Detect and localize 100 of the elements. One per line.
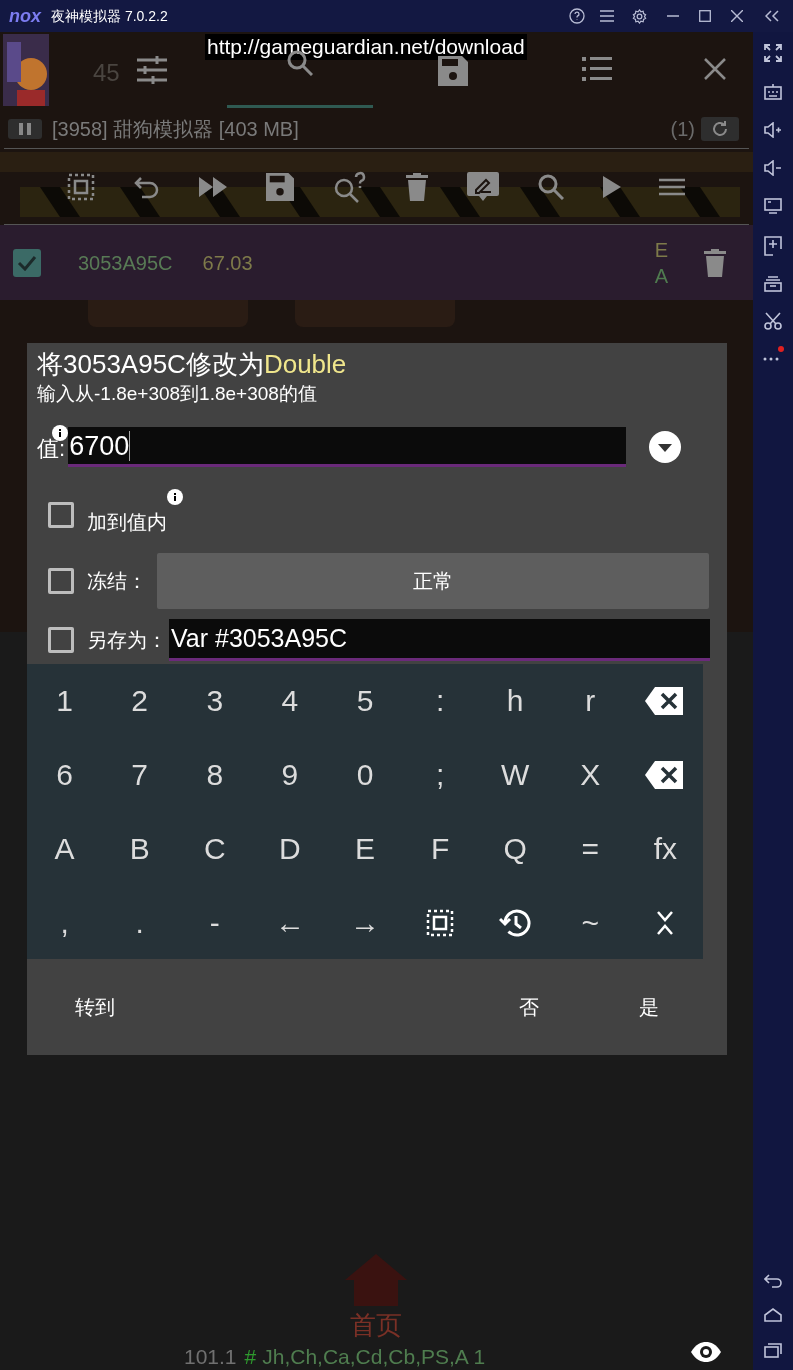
- url-banner: http://gameguardian.net/download: [205, 34, 527, 60]
- dropdown-icon[interactable]: [649, 431, 682, 463]
- freeze-mode-button[interactable]: 正常: [157, 553, 709, 609]
- keyboard-key[interactable]: 4: [252, 664, 328, 738]
- scissors-icon[interactable]: [764, 312, 782, 330]
- flag-text: E: [654, 237, 668, 263]
- keyboard-key[interactable]: 5: [327, 664, 403, 738]
- volume-down-icon[interactable]: [764, 160, 782, 176]
- settings-icon[interactable]: [632, 8, 647, 24]
- dialog-hint: 输入从-1.8e+308到1.8e+308的值: [36, 382, 318, 406]
- fullscreen-icon[interactable]: [764, 44, 782, 62]
- goto-button[interactable]: 转到: [55, 982, 135, 1033]
- search-question-icon[interactable]: [333, 170, 367, 203]
- chevrons-icon[interactable]: [656, 909, 675, 936]
- help-icon[interactable]: [569, 8, 585, 24]
- backspace-icon[interactable]: [645, 760, 686, 789]
- keyboard-key[interactable]: 2: [102, 664, 178, 738]
- keyboard-key[interactable]: =: [552, 811, 628, 886]
- refresh-icon: [711, 120, 729, 138]
- keyboard-key[interactable]: 0: [327, 737, 403, 812]
- keyboard-key[interactable]: 9: [252, 737, 328, 812]
- comment-edit-icon[interactable]: [466, 171, 499, 202]
- stack-icon[interactable]: [764, 276, 782, 292]
- more-icon[interactable]: [762, 346, 784, 362]
- flag-text: A: [654, 263, 668, 289]
- dialog-title: 将3053A95C修改为: [37, 348, 264, 381]
- pause-button[interactable]: [8, 119, 42, 139]
- sliders-icon[interactable]: [137, 56, 167, 84]
- keyboard-key[interactable]: F: [402, 811, 478, 886]
- no-button[interactable]: 否: [499, 982, 559, 1033]
- recent-apps-icon[interactable]: [764, 1342, 782, 1358]
- option-label: 加到值内: [87, 510, 167, 535]
- yes-button[interactable]: 是: [619, 982, 679, 1033]
- select-icon[interactable]: [67, 172, 96, 201]
- keyboard-key[interactable]: Q: [477, 811, 553, 886]
- close-icon[interactable]: [731, 10, 743, 22]
- keyboard-key[interactable]: ~: [552, 885, 628, 960]
- option-label: 另存为：: [87, 628, 167, 653]
- keyboard-key[interactable]: ;: [402, 737, 478, 812]
- keyboard-key[interactable]: B: [102, 811, 178, 886]
- logo: nox: [9, 7, 41, 25]
- refresh-button[interactable]: [701, 117, 739, 141]
- process-label: [3958] 甜狗模拟器 [403 MB]: [52, 117, 299, 142]
- keyboard-key[interactable]: 3: [177, 664, 253, 738]
- checkbox[interactable]: [48, 627, 74, 653]
- save-icon[interactable]: [266, 172, 295, 201]
- keyboard-key[interactable]: fx: [627, 811, 703, 886]
- checkbox[interactable]: [13, 248, 41, 277]
- keyboard-key[interactable]: h: [477, 664, 553, 738]
- keyboard-key[interactable]: ,: [27, 885, 103, 960]
- close-icon[interactable]: [704, 58, 726, 80]
- name-field[interactable]: Var #3053A95C: [169, 619, 710, 661]
- collapse-icon[interactable]: [765, 10, 779, 22]
- value-text: 67.03: [202, 250, 253, 276]
- keyboard-key[interactable]: 8: [177, 737, 253, 812]
- home-icon[interactable]: [764, 1308, 782, 1322]
- keyboard-key[interactable]: :: [402, 664, 478, 738]
- keyboard-key[interactable]: 7: [102, 737, 178, 812]
- history-icon[interactable]: [499, 907, 532, 938]
- version-text: 101.1: [184, 1344, 237, 1370]
- fast-forward-icon[interactable]: [199, 176, 228, 197]
- checkbox[interactable]: [48, 568, 74, 594]
- keyboard-key[interactable]: D: [252, 811, 328, 886]
- keyboard-key[interactable]: W: [477, 737, 553, 812]
- menu-icon[interactable]: [659, 177, 686, 196]
- eye-icon[interactable]: [691, 1342, 721, 1362]
- apk-icon[interactable]: [764, 236, 782, 256]
- info-icon[interactable]: [167, 489, 183, 505]
- keyboard-key[interactable]: A: [27, 811, 103, 886]
- keyboard-key[interactable]: C: [177, 811, 253, 886]
- trash-icon[interactable]: [704, 248, 726, 277]
- keyboard-key[interactable]: .: [102, 885, 178, 960]
- backspace-icon[interactable]: [645, 686, 686, 715]
- maximize-icon[interactable]: [699, 10, 711, 22]
- app-icon: [3, 34, 49, 106]
- result-row[interactable]: 3053A95C 67.03 E A: [0, 225, 753, 300]
- keyboard-key[interactable]: r: [552, 664, 628, 738]
- screen-icon[interactable]: [764, 198, 782, 214]
- keyboard-key[interactable]: X: [552, 737, 628, 812]
- count-text: (1): [670, 117, 695, 142]
- keyboard-icon[interactable]: [764, 84, 782, 100]
- menu-icon[interactable]: [600, 10, 614, 22]
- keyboard-key[interactable]: 1: [27, 664, 103, 738]
- flags-text: Jh,Ch,Ca,Cd,Cb,PS,A 1: [262, 1344, 486, 1370]
- list-icon[interactable]: [582, 56, 612, 82]
- value-field[interactable]: 6700: [68, 427, 627, 467]
- keyboard-key[interactable]: ←: [252, 885, 328, 960]
- type-text: Double: [263, 348, 347, 381]
- keyboard-key[interactable]: 6: [27, 737, 103, 812]
- keyboard-key[interactable]: →: [327, 885, 403, 960]
- search-icon[interactable]: [537, 173, 564, 200]
- address-text: 3053A95C: [78, 250, 173, 276]
- back-icon[interactable]: [764, 1274, 782, 1288]
- keyboard-key[interactable]: -: [177, 885, 253, 960]
- save-icon: [438, 56, 468, 86]
- checkbox[interactable]: [48, 502, 74, 528]
- volume-up-icon[interactable]: [764, 122, 782, 138]
- keyboard-key[interactable]: E: [327, 811, 403, 886]
- play-icon[interactable]: [602, 175, 621, 198]
- trash-icon[interactable]: [405, 172, 428, 201]
